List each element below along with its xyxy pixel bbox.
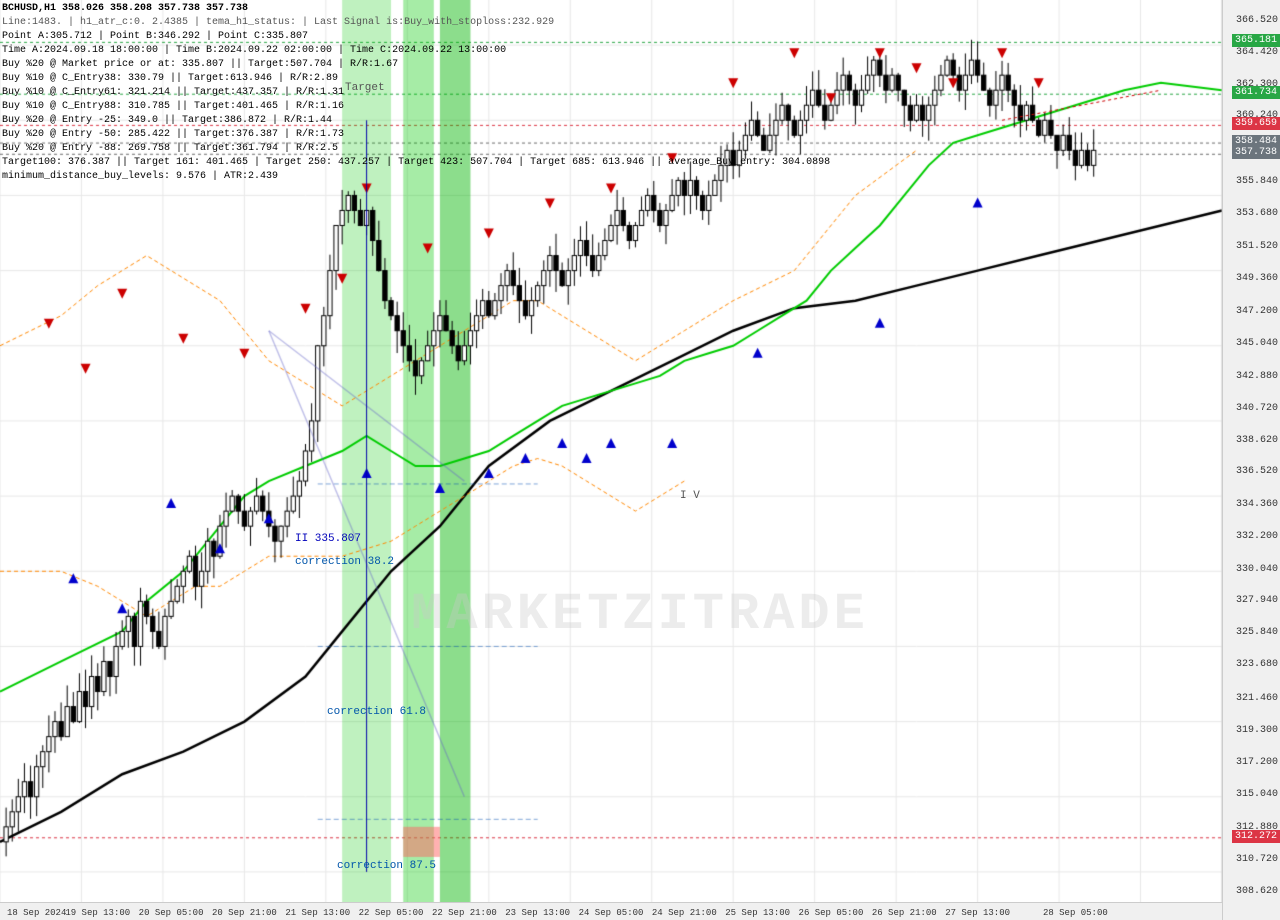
price-label: 315.040 [1236,789,1278,800]
chart-canvas [0,0,1280,920]
time-label: 21 Sep 13:00 [285,908,350,918]
time-label: 24 Sep 05:00 [579,908,644,918]
price-highlight-label: 365.181 [1232,34,1280,47]
price-label: 336.520 [1236,466,1278,477]
price-label: 323.680 [1236,659,1278,670]
price-label: 321.460 [1236,693,1278,704]
chart-container: BCHUSD,H1 358.026 358.208 357.738 357.73… [0,0,1280,920]
price-label: 310.720 [1236,854,1278,865]
price-label: 355.840 [1236,176,1278,187]
price-label: 317.200 [1236,757,1278,768]
time-label: 20 Sep 21:00 [212,908,277,918]
price-label: 308.620 [1236,886,1278,897]
time-label: 23 Sep 13:00 [505,908,570,918]
price-label: 351.520 [1236,241,1278,252]
price-label: 342.880 [1236,371,1278,382]
price-label: 327.940 [1236,595,1278,606]
time-label: 22 Sep 05:00 [359,908,424,918]
price-highlight-label: 312.272 [1232,830,1280,843]
price-label: 330.040 [1236,564,1278,575]
price-highlight-label: 361.734 [1232,86,1280,99]
time-label: 26 Sep 21:00 [872,908,937,918]
price-label: 338.620 [1236,435,1278,446]
price-label: 325.840 [1236,627,1278,638]
price-label: 345.040 [1236,338,1278,349]
price-label: 347.200 [1236,306,1278,317]
price-label: 364.420 [1236,47,1278,58]
time-label: 22 Sep 21:00 [432,908,497,918]
time-label: 18 Sep 2024 [7,908,66,918]
price-label: 366.520 [1236,15,1278,26]
time-label: 26 Sep 05:00 [799,908,864,918]
price-highlight-label: 357.738 [1232,146,1280,159]
price-label: 319.300 [1236,725,1278,736]
price-label: 340.720 [1236,403,1278,414]
time-label: 28 Sep 05:00 [1043,908,1108,918]
price-label: 353.680 [1236,208,1278,219]
time-label: 27 Sep 13:00 [945,908,1010,918]
price-scale: 366.520364.420362.300360.240358.484357.7… [1222,0,1280,920]
time-label: 24 Sep 21:00 [652,908,717,918]
time-label: 20 Sep 05:00 [139,908,204,918]
price-highlight-label: 359.659 [1232,117,1280,130]
time-axis: 18 Sep 202419 Sep 13:00 20 Sep 05:00 20 Se… [0,902,1222,920]
price-label: 332.200 [1236,531,1278,542]
price-label: 349.360 [1236,273,1278,284]
time-label: 25 Sep 13:00 [725,908,790,918]
time-label: 19 Sep 13:00 [65,908,130,918]
price-label: 334.360 [1236,499,1278,510]
